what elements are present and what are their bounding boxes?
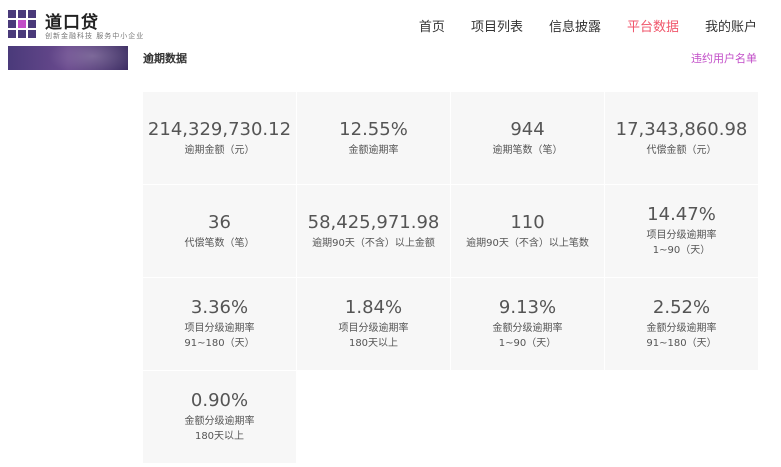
nav-item-my-account[interactable]: 我的账户 [705,16,757,35]
logo-grid-icon [8,10,36,38]
stat-card: 14.47% 项目分级逾期率 1~90（天） [605,185,759,278]
nav-item-platform-data[interactable]: 平台数据 [627,16,679,35]
nav-item-home[interactable]: 首页 [419,16,445,35]
stat-card: 1.84% 项目分级逾期率 180天以上 [297,278,451,371]
stat-value: 12.55% [339,118,408,140]
stat-card: 214,329,730.12 逾期金额（元） [143,92,297,185]
stat-value: 14.47% [647,204,716,225]
stat-label: 逾期90天（不含）以上笔数 [466,237,589,249]
brand-logo[interactable]: 道口贷 创新金融科技 服务中小企业 [8,7,158,43]
stat-label: 金额分级逾期率 [184,416,255,427]
stat-value: 110 [510,211,545,233]
stat-value: 944 [510,118,545,140]
stat-card: 0.90% 金额分级逾期率 180天以上 [143,371,297,464]
stat-value: 214,329,730.12 [147,118,292,140]
stat-label: 金额分级逾期率 [646,323,717,334]
stat-sublabel: 180天以上 [348,338,399,349]
nav-item-projects[interactable]: 项目列表 [471,16,523,35]
stat-label: 项目分级逾期率 [184,323,255,334]
stat-card: 2.52% 金额分级逾期率 91~180（天） [605,278,759,371]
stat-card: 36 代偿笔数（笔） [143,185,297,278]
stat-label: 项目分级逾期率 [338,323,409,334]
stat-card: 58,425,971.98 逾期90天（不含）以上金额 [297,185,451,278]
stat-label: 项目分级逾期率 [646,230,717,241]
stat-value: 2.52% [652,297,711,318]
stat-sublabel: 1~90（天） [498,338,557,349]
stat-label: 逾期笔数（笔） [492,144,563,156]
stat-card: 110 逾期90天（不含）以上笔数 [451,185,605,278]
top-nav: 首页 项目列表 信息披露 平台数据 我的账户 [419,16,757,35]
stat-sublabel: 1~90（天） [652,245,711,256]
stat-card: 3.36% 项目分级逾期率 91~180（天） [143,278,297,371]
stat-label: 金额逾期率 [348,144,399,156]
stat-sublabel: 91~180（天） [646,338,717,349]
stat-label: 金额分级逾期率 [492,323,563,334]
stat-value: 0.90% [190,390,249,411]
stat-card: 944 逾期笔数（笔） [451,92,605,185]
nav-item-disclosure[interactable]: 信息披露 [549,16,601,35]
blacklist-link[interactable]: 违约用户名单 [691,50,757,66]
stat-sublabel: 180天以上 [194,431,245,442]
stat-card: 17,343,860.98 代偿金额（元） [605,92,759,185]
stat-sublabel: 91~180（天） [184,338,255,349]
stat-value: 3.36% [190,297,249,318]
stat-value: 17,343,860.98 [615,118,748,140]
stat-value: 58,425,971.98 [307,211,440,233]
stat-label: 代偿笔数（笔） [184,237,255,249]
brand-name: 道口贷 [45,13,99,33]
stat-value: 1.84% [344,297,403,318]
brand-slogan: 创新金融科技 服务中小企业 [45,32,145,40]
overdue-stats-grid: 214,329,730.12 逾期金额（元） 12.55% 金额逾期率 944 … [143,92,759,464]
stat-card: 9.13% 金额分级逾期率 1~90（天） [451,278,605,371]
banner-shine [48,46,128,70]
sidebar-banner [8,46,128,70]
stat-label: 逾期金额（元） [184,144,255,156]
stat-label: 逾期90天（不含）以上金额 [312,237,435,249]
stat-card: 12.55% 金额逾期率 [297,92,451,185]
section-title: 逾期数据 [143,52,187,65]
stat-label: 代偿金额（元） [646,144,717,156]
stat-value: 9.13% [498,297,557,318]
stat-value: 36 [208,211,231,233]
